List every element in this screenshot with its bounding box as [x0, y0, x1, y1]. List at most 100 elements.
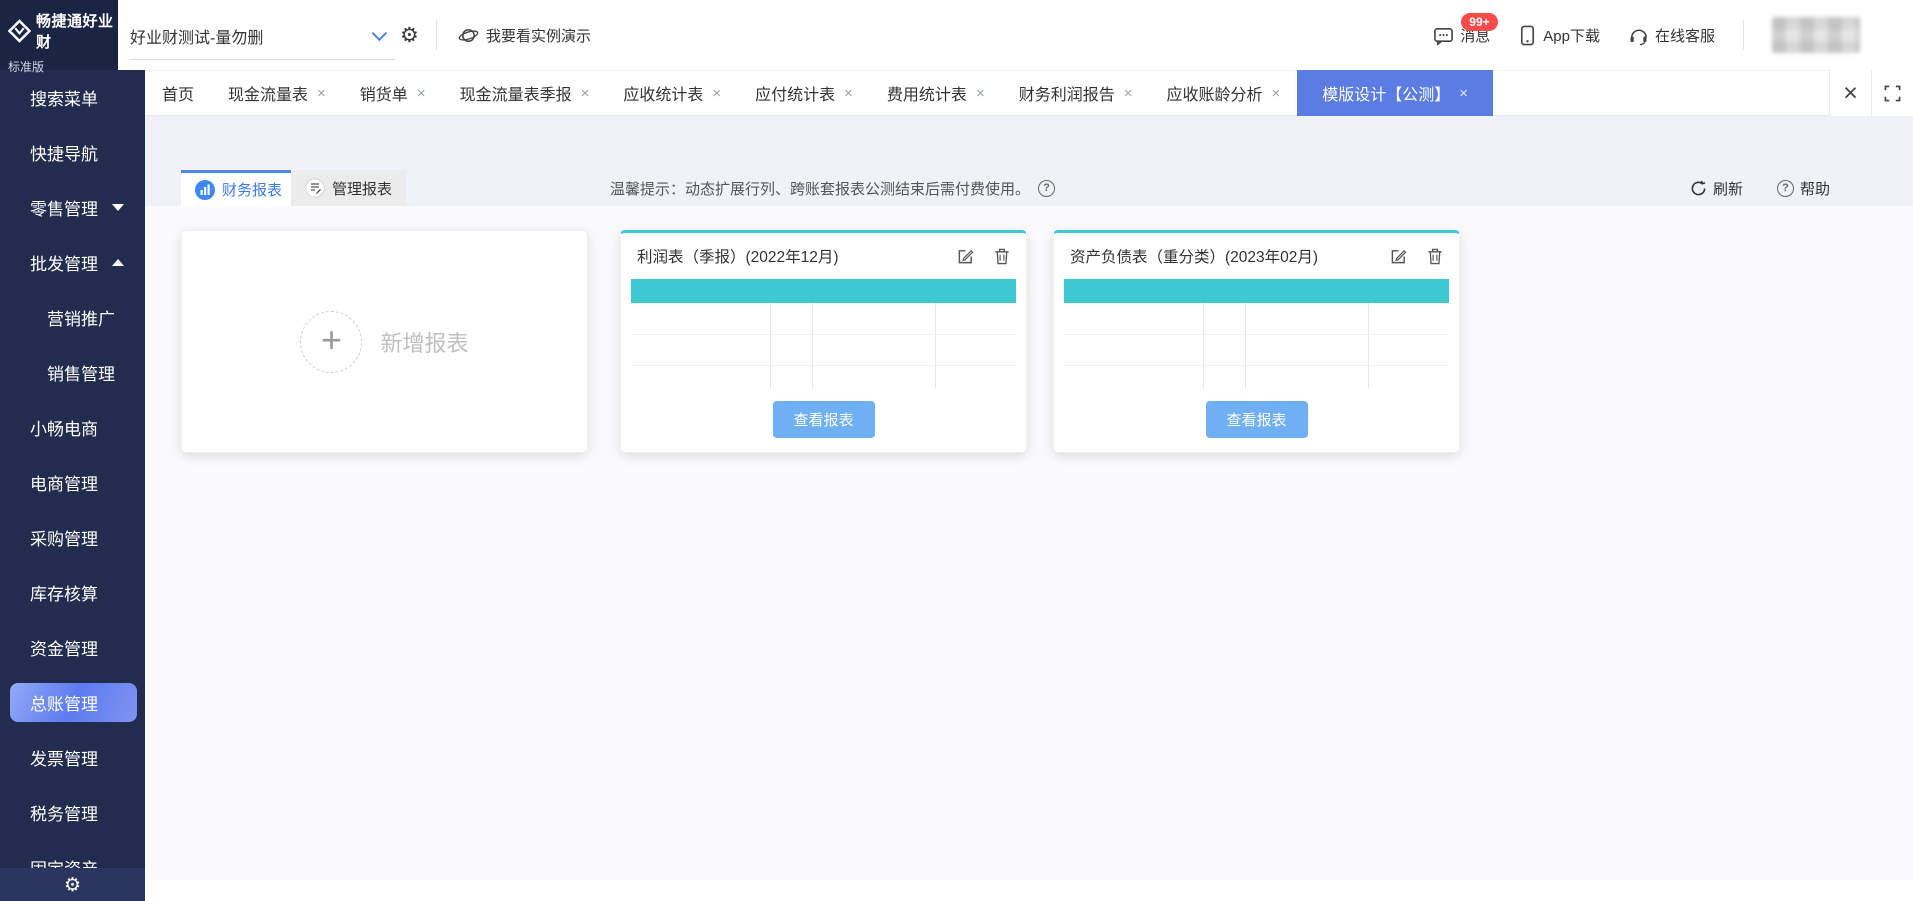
sidebar-item-xiaochang-ecommerce[interactable]: 小畅电商 — [0, 400, 145, 455]
report-card-title: 资产负债表（重分类）(2023年02月) — [1070, 245, 1318, 267]
sidebar-item-search-menu[interactable]: 搜索菜单 — [0, 70, 145, 125]
tab-bar: 首页 现金流量表 销货单 现金流量表季报 应收统计表 应付统计表 费用统计表 财… — [145, 70, 1913, 116]
sidebar-item-ecommerce-mgmt[interactable]: 电商管理 — [0, 455, 145, 510]
sidebar-item-marketing-promo[interactable]: 营销推广 — [0, 290, 145, 345]
grid-line — [1245, 303, 1246, 389]
trash-icon[interactable] — [994, 248, 1010, 265]
brand-title: 畅捷通好业财 — [36, 10, 118, 52]
table-header-bar — [631, 279, 1016, 303]
grid-line — [770, 303, 771, 389]
plus-icon — [300, 311, 362, 373]
grid-line — [1064, 334, 1449, 335]
notice-bar: 温馨提示：动态扩展行列、跨账套报表公测结束后需付费使用。 — [610, 170, 1055, 206]
report-card-title: 利润表（季报）(2022年12月) — [637, 245, 839, 267]
tab-expense-stats[interactable]: 费用统计表 — [870, 70, 1002, 116]
content-tab-strip: 财务报表 管理报表 温馨提示：动态扩展行列、跨账套报表公测结束后需付费使用。 — [145, 170, 1913, 206]
brand-logo: 畅捷通好业财 标准版 — [0, 0, 118, 70]
tab-sales-order[interactable]: 销货单 — [343, 70, 443, 116]
grid-line — [1368, 303, 1369, 389]
close-icon — [1843, 81, 1858, 106]
tab-payable-stats[interactable]: 应付统计表 — [738, 70, 870, 116]
grid-line — [935, 303, 936, 389]
sidebar-item-invoice-mgmt[interactable]: 发票管理 — [0, 730, 145, 785]
refresh-button[interactable]: 刷新 — [1690, 178, 1743, 199]
close-icon[interactable] — [712, 86, 721, 101]
sidebar-settings-bar[interactable] — [0, 868, 145, 901]
sidebar-item-quick-nav[interactable]: 快捷导航 — [0, 125, 145, 180]
sidebar-item-inventory-accounting[interactable]: 库存核算 — [0, 565, 145, 620]
sidebar-item-wholesale-mgmt[interactable]: 批发管理 — [0, 235, 145, 290]
headset-icon — [1628, 25, 1649, 46]
grid-line — [1203, 303, 1204, 389]
tab-receivable-aging[interactable]: 应收账龄分析 — [1149, 70, 1297, 116]
content-area: 新增报表 利润表（季报）(2022年12月) — [145, 116, 1913, 901]
gear-icon — [64, 874, 81, 896]
close-icon[interactable] — [581, 86, 590, 101]
refresh-icon — [1690, 180, 1707, 197]
sidebar-item-retail-mgmt[interactable]: 零售管理 — [0, 180, 145, 235]
top-header: 好业财测试-量勿删 我要看实例演示 99+ 消息 — [118, 0, 1913, 70]
divider — [1743, 20, 1744, 50]
sidebar-menu: 搜索菜单 快捷导航 零售管理 批发管理 营销推广 销售管理 小畅电商 电商管理 … — [0, 70, 145, 901]
edit-icon[interactable] — [957, 248, 974, 265]
user-account[interactable] — [1772, 17, 1860, 53]
grid-line — [1064, 365, 1449, 366]
close-icon[interactable] — [1272, 86, 1281, 101]
sidebar-item-funds-mgmt[interactable]: 资金管理 — [0, 620, 145, 675]
financial-reports-icon — [195, 180, 215, 200]
settings-gear-button[interactable] — [400, 0, 419, 70]
tab-cash-flow-quarterly[interactable]: 现金流量表季报 — [443, 70, 607, 116]
close-icon[interactable] — [417, 86, 426, 101]
app-download-button[interactable]: App下载 — [1518, 25, 1600, 46]
sidebar-item-tax-mgmt[interactable]: 税务管理 — [0, 785, 145, 840]
close-icon[interactable] — [1124, 86, 1133, 101]
new-report-card[interactable]: 新增报表 — [181, 230, 588, 453]
management-reports-icon — [305, 178, 325, 198]
app-window: 搜索菜单 快捷导航 零售管理 批发管理 营销推广 销售管理 小畅电商 电商管理 … — [0, 0, 1913, 901]
content-toolbar: 刷新 帮助 — [1690, 170, 1830, 206]
grid-line — [812, 303, 813, 389]
grid-line — [631, 334, 1016, 335]
demo-link[interactable]: 我要看实例演示 — [458, 0, 591, 70]
account-name: 好业财测试-量勿删 — [130, 24, 263, 48]
sidebar: 搜索菜单 快捷导航 零售管理 批发管理 营销推广 销售管理 小畅电商 电商管理 … — [0, 70, 145, 901]
brand-edition: 标准版 — [8, 58, 118, 75]
edit-icon[interactable] — [1390, 248, 1407, 265]
tab-financial-reports[interactable]: 财务报表 — [181, 170, 296, 206]
fullscreen-button[interactable] — [1871, 70, 1913, 116]
help-button[interactable]: 帮助 — [1777, 178, 1830, 199]
trash-icon[interactable] — [1427, 248, 1443, 265]
tab-management-reports[interactable]: 管理报表 — [291, 170, 406, 206]
sidebar-item-general-ledger[interactable]: 总账管理 — [10, 683, 137, 722]
close-icon[interactable] — [317, 86, 326, 101]
account-selector[interactable]: 好业财测试-量勿删 — [130, 12, 395, 60]
online-support-button[interactable]: 在线客服 — [1628, 25, 1715, 46]
divider — [436, 20, 437, 50]
tab-template-design[interactable]: 模版设计【公测】 — [1297, 70, 1493, 116]
bottom-scroll-strip — [145, 880, 1913, 901]
phone-icon — [1518, 25, 1537, 46]
question-circle-icon[interactable] — [1038, 180, 1055, 197]
new-report-label: 新增报表 — [380, 326, 468, 358]
close-tab-button[interactable] — [1829, 70, 1871, 116]
close-icon[interactable] — [976, 86, 985, 101]
message-icon — [1433, 25, 1454, 46]
messages-button[interactable]: 99+ 消息 — [1433, 25, 1490, 46]
chevron-down-icon — [372, 26, 388, 42]
close-icon[interactable] — [844, 86, 853, 101]
chevron-up-icon — [112, 259, 124, 266]
fullscreen-icon — [1884, 85, 1901, 102]
tab-home[interactable]: 首页 — [145, 70, 211, 116]
tab-financial-profit-report[interactable]: 财务利润报告 — [1002, 70, 1150, 116]
report-card-profit: 利润表（季报）(2022年12月) — [620, 230, 1027, 453]
view-report-button[interactable]: 查看报表 — [773, 401, 875, 438]
sidebar-item-sales-mgmt[interactable]: 销售管理 — [0, 345, 145, 400]
close-icon[interactable] — [1459, 86, 1468, 101]
tab-cash-flow[interactable]: 现金流量表 — [211, 70, 343, 116]
view-report-button[interactable]: 查看报表 — [1206, 401, 1308, 438]
notice-text: 温馨提示：动态扩展行列、跨账套报表公测结束后需付费使用。 — [610, 178, 1030, 199]
tab-receivable-stats[interactable]: 应收统计表 — [606, 70, 738, 116]
brand-logo-icon — [8, 18, 31, 44]
gear-icon — [400, 23, 419, 47]
sidebar-item-purchase-mgmt[interactable]: 采购管理 — [0, 510, 145, 565]
